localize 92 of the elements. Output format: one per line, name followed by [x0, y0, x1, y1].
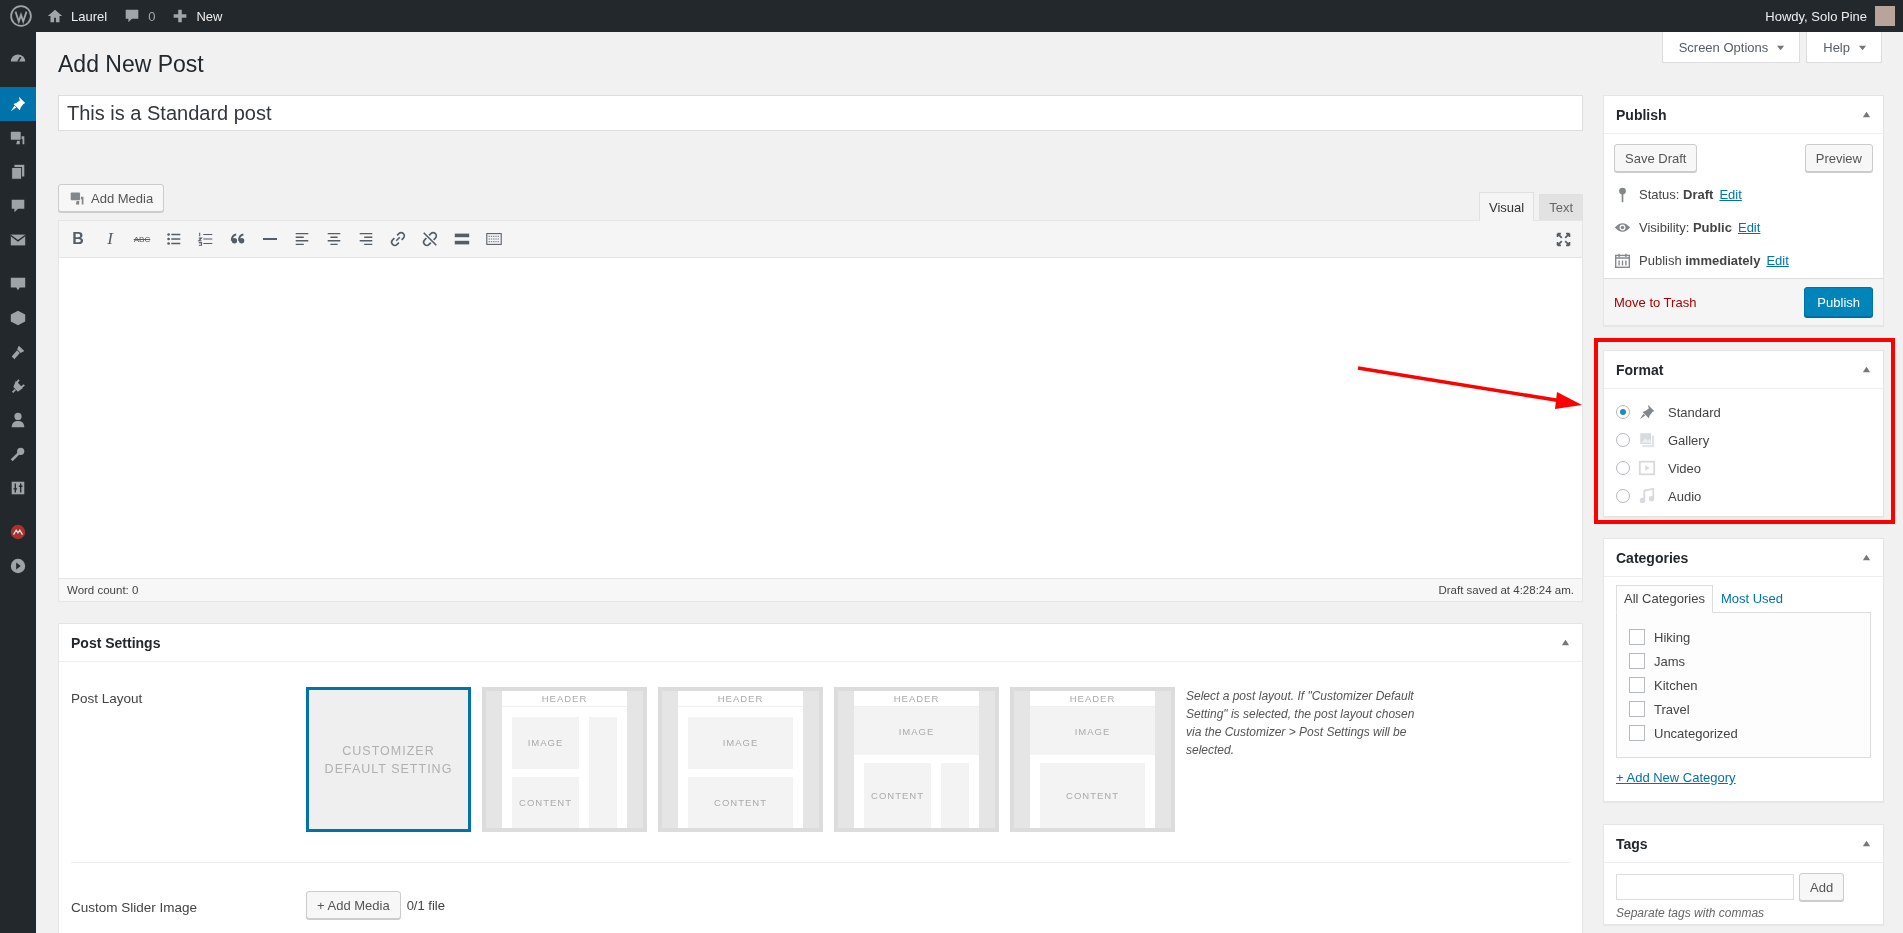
sliders-icon [9, 479, 27, 497]
format-label: Gallery [1668, 432, 1710, 448]
move-to-trash-link[interactable]: Move to Trash [1614, 294, 1697, 310]
italic-button[interactable]: I [95, 224, 125, 254]
format-label: Audio [1668, 488, 1702, 504]
panel-title: Tags [1616, 835, 1648, 852]
panel-title: Categories [1616, 549, 1689, 566]
bold-button[interactable]: B [63, 224, 93, 254]
category-tab[interactable]: All Categories [1616, 585, 1713, 613]
add-media-button[interactable]: Add Media [58, 184, 165, 212]
add-new-category-link[interactable]: + Add New Category [1616, 770, 1736, 785]
page-title: Add New Post [58, 51, 204, 79]
category-checkbox[interactable] [1629, 629, 1645, 645]
image-icon [1638, 431, 1656, 449]
unlink-icon [421, 230, 439, 248]
numbered-list-icon [197, 230, 215, 248]
play-icon [9, 557, 27, 575]
calendar-icon [1614, 252, 1631, 269]
save-draft-button[interactable]: Save Draft [1614, 144, 1698, 172]
pages-icon [9, 163, 27, 181]
help-button[interactable]: Help [1806, 32, 1882, 63]
field-label: Custom Slider Image [71, 898, 199, 915]
publish-setting-text: Visibility: Public [1639, 220, 1732, 235]
wrench-icon [9, 445, 27, 463]
keyboard-icon [485, 230, 503, 248]
category-label: Uncategorized [1654, 725, 1738, 741]
plug-icon [9, 377, 27, 395]
link-icon [389, 230, 407, 248]
category-label: Travel [1654, 701, 1690, 717]
comment-icon [9, 197, 27, 215]
preview-button[interactable]: Preview [1804, 144, 1873, 172]
align-left-icon [293, 230, 311, 248]
media-icon [9, 129, 27, 147]
edit-link[interactable]: Edit [1719, 187, 1742, 202]
pin-icon [1638, 403, 1656, 421]
category-label: Hiking [1654, 629, 1691, 645]
category-checkbox[interactable] [1629, 653, 1645, 669]
add-media-button[interactable]: + Add Media [306, 891, 401, 919]
publish-button[interactable]: Publish [1804, 287, 1873, 317]
site-name-link[interactable]: Laurel [71, 8, 108, 24]
cube-icon [9, 309, 27, 327]
bulleted-list-icon [165, 230, 183, 248]
edit-link[interactable]: Edit [1766, 253, 1789, 268]
panel-title: Format [1616, 361, 1664, 378]
greeting-link[interactable]: Howdy, Solo Pine [1765, 8, 1867, 24]
pin-icon [9, 95, 27, 113]
add-tag-button[interactable]: Add [1799, 873, 1845, 901]
video-icon [1638, 459, 1656, 477]
badge-icon [9, 523, 27, 541]
strike-button[interactable]: ABC [127, 224, 157, 254]
align-right-icon [357, 230, 375, 248]
category-checkbox[interactable] [1629, 677, 1645, 693]
tags-hint: Separate tags with commas [1616, 906, 1766, 920]
collapse-icon[interactable] [1862, 110, 1871, 119]
user-icon [9, 411, 27, 429]
field-label: Post Layout [71, 690, 144, 706]
panel-title: Publish [1616, 106, 1667, 123]
file-count: 0/1 file [406, 897, 445, 913]
collapse-icon[interactable] [1862, 553, 1871, 562]
menu-item[interactable] [0, 87, 36, 121]
category-label: Kitchen [1654, 677, 1698, 693]
screen-options-button[interactable]: Screen Options [1661, 32, 1801, 63]
tag-input-field[interactable] [1616, 874, 1794, 900]
fullscreen-icon[interactable] [1555, 230, 1572, 248]
brush-icon [9, 343, 27, 361]
music-note-icon [1638, 487, 1656, 505]
horizontal-line-icon [263, 238, 277, 240]
category-checkbox[interactable] [1629, 701, 1645, 717]
collapse-icon[interactable] [1862, 839, 1871, 848]
collapse-icon[interactable] [1862, 365, 1871, 374]
publish-setting-text: Status: Draft [1639, 187, 1714, 202]
category-label: Jams [1654, 653, 1686, 669]
comment-count[interactable]: 0 [148, 8, 156, 24]
post-title-field[interactable]: This is a Standard post [58, 95, 1583, 131]
edit-link[interactable]: Edit [1737, 220, 1761, 235]
wordpress-logo-icon[interactable] [10, 5, 32, 27]
editor-tab[interactable]: Text [1539, 194, 1583, 220]
align-center-icon [325, 230, 343, 248]
home-icon[interactable] [46, 7, 64, 25]
category-tab[interactable]: Most Used [1712, 585, 1792, 612]
draft-saved-text: Draft saved at 4:28:24 am. [1438, 584, 1574, 596]
new-link[interactable]: New [196, 8, 223, 24]
collapse-icon[interactable] [1561, 638, 1570, 647]
word-count: Word count: 0 [67, 584, 139, 596]
editor-tab[interactable]: Visual [1478, 192, 1535, 221]
category-checkbox[interactable] [1629, 725, 1645, 741]
panel-title: Post Settings [71, 634, 161, 651]
layout-help-text: Select a post layout. If "Customizer Default Setting" is selected, the post layout chosen via the Customizer > Post Settings will be selected. [1186, 688, 1416, 759]
format-label: Standard [1668, 404, 1721, 420]
format-label: Video [1668, 460, 1701, 476]
speech-bubble-icon [9, 275, 27, 293]
publish-setting-text: Publish immediately [1639, 253, 1761, 268]
